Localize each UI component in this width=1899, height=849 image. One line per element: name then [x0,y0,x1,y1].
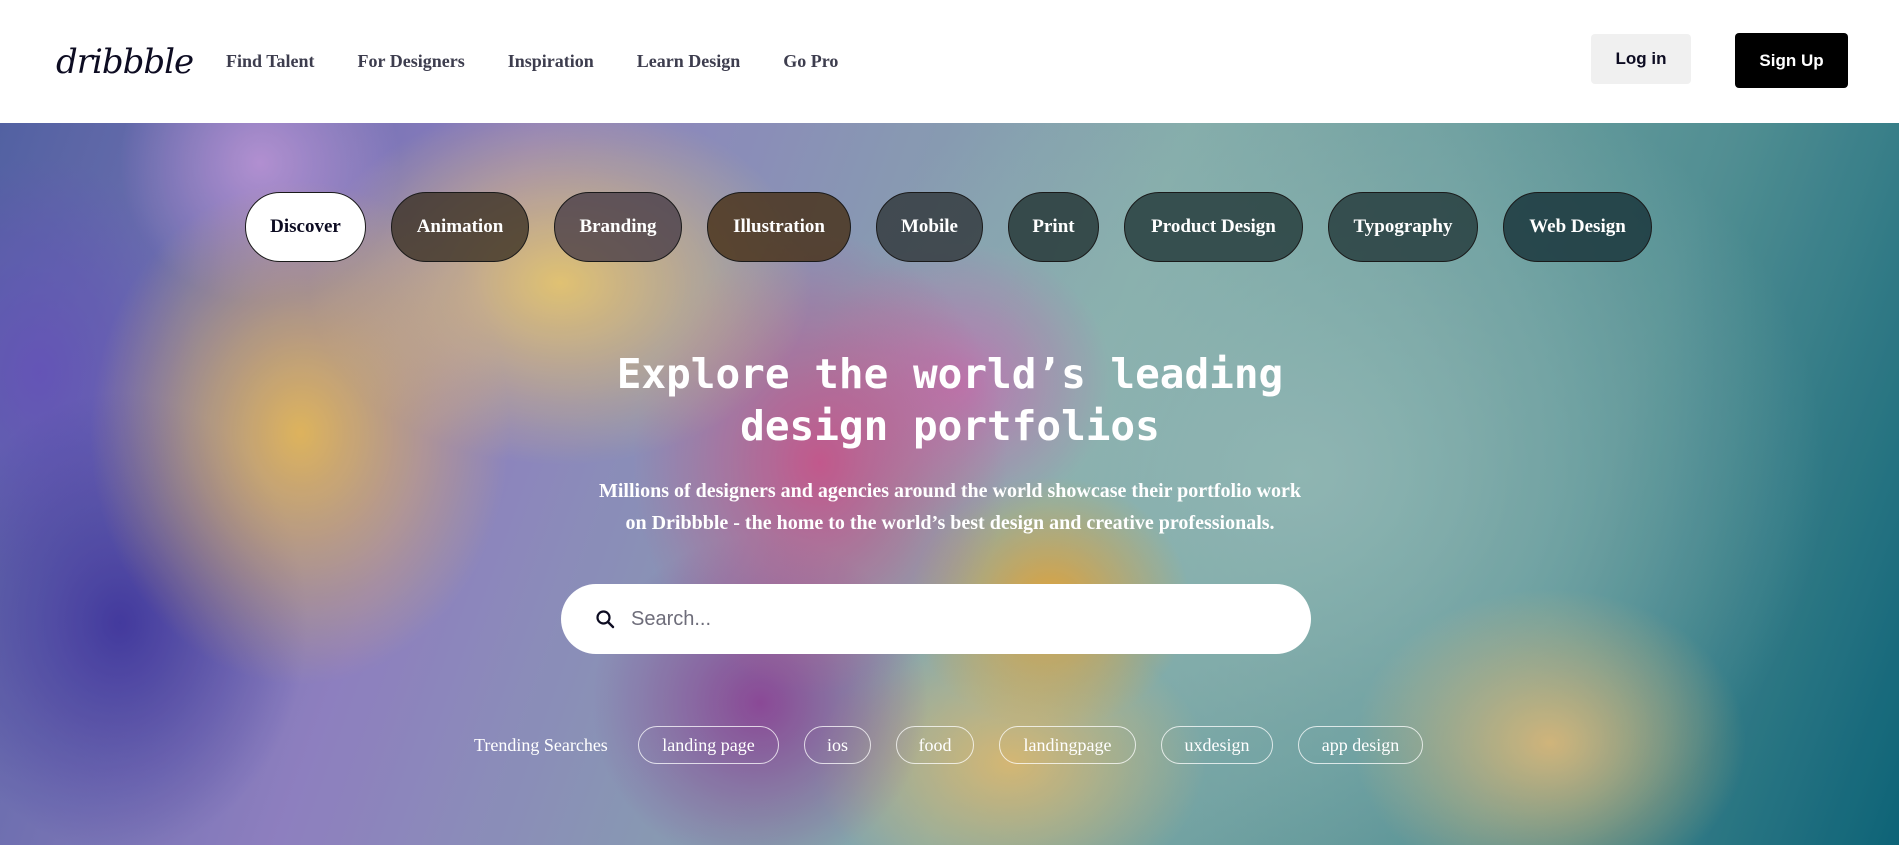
site-header: dribbble Find Talent For Designers Inspi… [0,0,1899,123]
trending-chip-food[interactable]: food [896,726,974,764]
trending-chip-ios[interactable]: ios [804,726,871,764]
category-pill-branding[interactable]: Branding [554,192,682,262]
hero-title: Explore the world’s leading design portf… [616,350,1284,450]
trending-chip-landingpage[interactable]: landingpage [999,726,1136,764]
trending-chip-app-design[interactable]: app design [1298,726,1423,764]
category-pill-typography[interactable]: Typography [1328,192,1478,262]
nav-learn-design[interactable]: Learn Design [637,48,741,74]
dribbble-logo[interactable]: dribbble [56,40,194,84]
category-pill-illustration[interactable]: Illustration [707,192,851,262]
category-pill-web-design[interactable]: Web Design [1503,192,1652,262]
search-icon [595,609,615,629]
main-nav: Find Talent For Designers Inspiration Le… [226,48,881,74]
trending-searches-label: Trending Searches [474,735,608,755]
signup-button[interactable]: Sign Up [1735,33,1848,88]
login-button[interactable]: Log in [1591,34,1691,84]
nav-for-designers[interactable]: For Designers [358,48,465,74]
nav-inspiration[interactable]: Inspiration [508,48,594,74]
trending-chip-landing-page[interactable]: landing page [638,726,779,764]
trending-chip-uxdesign[interactable]: uxdesign [1161,726,1273,764]
category-pill-animation[interactable]: Animation [391,192,529,262]
nav-go-pro[interactable]: Go Pro [783,48,838,74]
hero-subtitle: Millions of designers and agencies aroun… [598,480,1302,534]
hero-section: Discover Animation Branding Illustration… [0,123,1899,845]
category-pill-print[interactable]: Print [1008,192,1099,262]
category-pill-product-design[interactable]: Product Design [1124,192,1303,262]
search-input[interactable] [629,599,1269,639]
category-pill-mobile[interactable]: Mobile [876,192,983,262]
category-pill-discover[interactable]: Discover [245,192,366,262]
nav-find-talent[interactable]: Find Talent [226,48,315,74]
search-bar[interactable] [561,584,1311,654]
